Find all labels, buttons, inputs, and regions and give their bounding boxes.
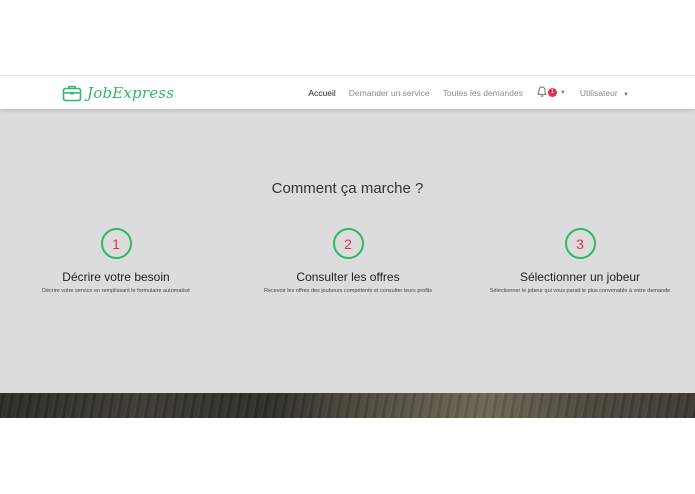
background-image-band <box>0 393 695 418</box>
user-menu[interactable]: Utilisateur ▼ <box>580 88 629 98</box>
step-number-circle: 2 <box>332 228 364 259</box>
step-1: 1 Décrire votre besoin Décrire votre ser… <box>20 228 212 295</box>
step-number-circle: 1 <box>100 228 132 259</box>
step-number: 2 <box>344 235 352 252</box>
nav-link-toutes-demandes[interactable]: Toutes les demandes <box>443 88 523 98</box>
step-title: Consulter les offres <box>296 270 400 284</box>
step-number: 3 <box>576 235 584 252</box>
step-3: 3 Sélectionner un jobeur Sélectionner le… <box>480 228 680 295</box>
step-title: Décrire votre besoin <box>62 270 170 284</box>
brand-name: JobExpress <box>87 84 175 102</box>
nav-links: Accueil Demander un service Toutes les d… <box>295 76 629 109</box>
nav-link-accueil[interactable]: Accueil <box>308 88 335 98</box>
step-description: Sélectionner le jobeur qui vous parait l… <box>489 288 671 294</box>
step-2: 2 Consulter les offres Recevoir les offr… <box>243 228 453 295</box>
bell-icon <box>537 84 547 102</box>
nav-link-demander-service[interactable]: Demander un service <box>349 88 430 98</box>
notifications-dropdown[interactable]: 1 ▼ <box>537 84 566 102</box>
chevron-down-icon: ▼ <box>623 91 629 98</box>
step-title: Sélectionner un jobeur <box>519 270 641 284</box>
how-it-works-section: Comment ça marche ? 1 Décrire votre beso… <box>0 108 695 393</box>
brand-logo[interactable]: JobExpress <box>62 82 174 104</box>
user-menu-label: Utilisateur <box>579 87 618 98</box>
section-title: Comment ça marche ? <box>271 180 424 197</box>
briefcase-icon <box>62 84 82 102</box>
step-description: Recevoir les offres des joubeurs compéte… <box>263 288 433 294</box>
chevron-down-icon: ▼ <box>559 89 566 96</box>
step-number-circle: 3 <box>564 228 596 259</box>
step-number: 1 <box>112 235 120 252</box>
step-description: Décrire votre service en remplissant le … <box>42 288 190 294</box>
notification-badge: 1 <box>547 88 557 97</box>
navbar: JobExpress Accueil Demander un service T… <box>0 75 695 109</box>
